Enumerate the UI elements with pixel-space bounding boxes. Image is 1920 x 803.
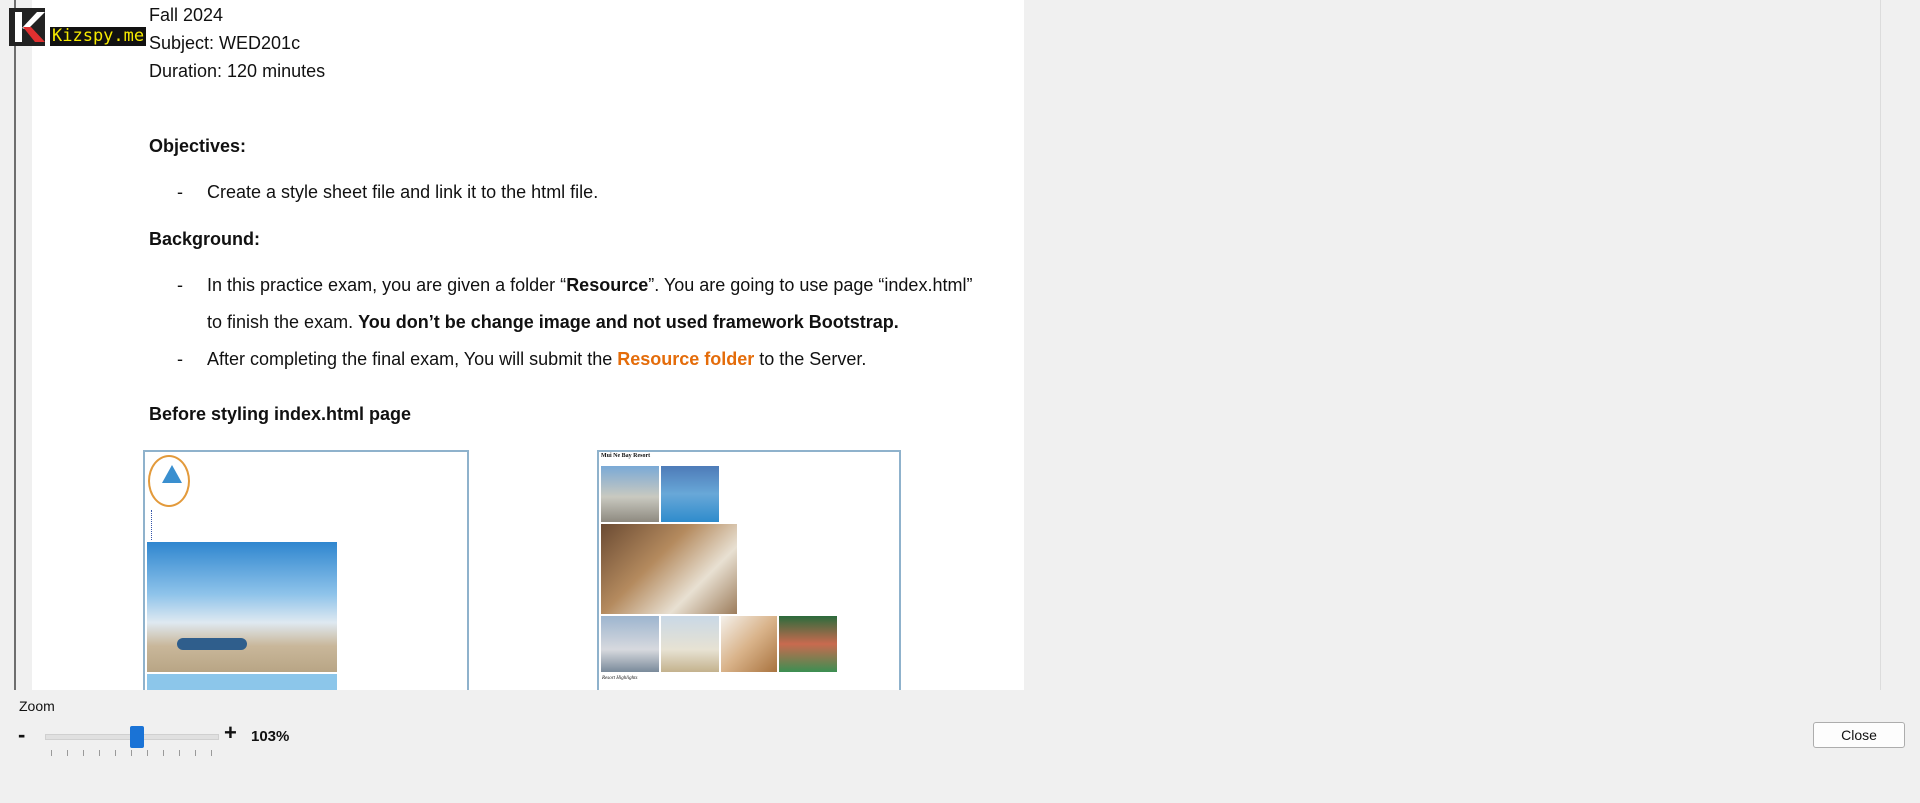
zoom-tick [163, 750, 164, 756]
k-logo-icon [9, 8, 45, 46]
figure2-title: Mui Ne Bay Resort [601, 453, 651, 459]
figure-before-styling-left [143, 450, 469, 690]
background-item-1-line-2: to finish the exam. You don’t be change … [207, 312, 899, 332]
bedroom-image [601, 524, 737, 614]
hotel-image [601, 466, 659, 522]
document-viewer[interactable]: Fall 2024 Subject: WED201c Duration: 120… [0, 0, 1920, 690]
zoom-tick [83, 750, 84, 756]
header-duration: Duration: 120 minutes [149, 61, 326, 81]
document-page: Fall 2024 Subject: WED201c Duration: 120… [32, 0, 1024, 690]
objective-item: Create a style sheet file and link it to… [207, 182, 599, 202]
zoom-tick [131, 750, 132, 756]
zoom-tick [67, 750, 68, 756]
zoom-value: 103% [251, 728, 290, 745]
header-subject: Subject: WED201c [149, 33, 301, 53]
banner-image [147, 674, 337, 690]
background-item-2: After completing the final exam, You wil… [207, 349, 867, 369]
close-button[interactable]: Close [1813, 722, 1905, 748]
zoom-tick [179, 750, 180, 756]
zoom-slider-thumb[interactable] [130, 726, 144, 748]
zoom-in-button[interactable]: + [224, 722, 237, 744]
viewer-scrollbar-track[interactable] [1880, 0, 1881, 690]
figure2-subtitle: Resort Highlights [602, 676, 638, 681]
header-term: Fall 2024 [149, 5, 224, 25]
shore-image [661, 616, 719, 672]
bullet: - [177, 182, 183, 202]
objectives-heading: Objectives: [149, 136, 247, 156]
background-item-1-line-1: In this practice exam, you are given a f… [207, 275, 973, 295]
beach-image [147, 542, 337, 672]
zoom-out-button[interactable]: - [18, 724, 25, 746]
logo-image [148, 455, 190, 507]
zoom-tick [211, 750, 212, 756]
background-heading: Background: [149, 229, 261, 249]
zoom-label: Zoom [19, 698, 55, 714]
nav-list-image [151, 510, 166, 540]
food-image [721, 616, 777, 672]
building-image [601, 616, 659, 672]
zoom-tick [147, 750, 148, 756]
zoom-tick [51, 750, 52, 756]
zoom-tick [99, 750, 100, 756]
zoom-tick [195, 750, 196, 756]
bullet: - [177, 275, 183, 295]
figure-before-styling-right: Mui Ne Bay Resort Resort Highlights [597, 450, 901, 690]
bullet: - [177, 349, 183, 369]
before-styling-heading: Before styling index.html page [149, 404, 412, 424]
watermark-text: Kizspy.me [50, 26, 147, 46]
tennis-image [779, 616, 837, 672]
pool-image [661, 466, 719, 522]
viewer-left-border [14, 0, 16, 690]
zoom-tick [115, 750, 116, 756]
